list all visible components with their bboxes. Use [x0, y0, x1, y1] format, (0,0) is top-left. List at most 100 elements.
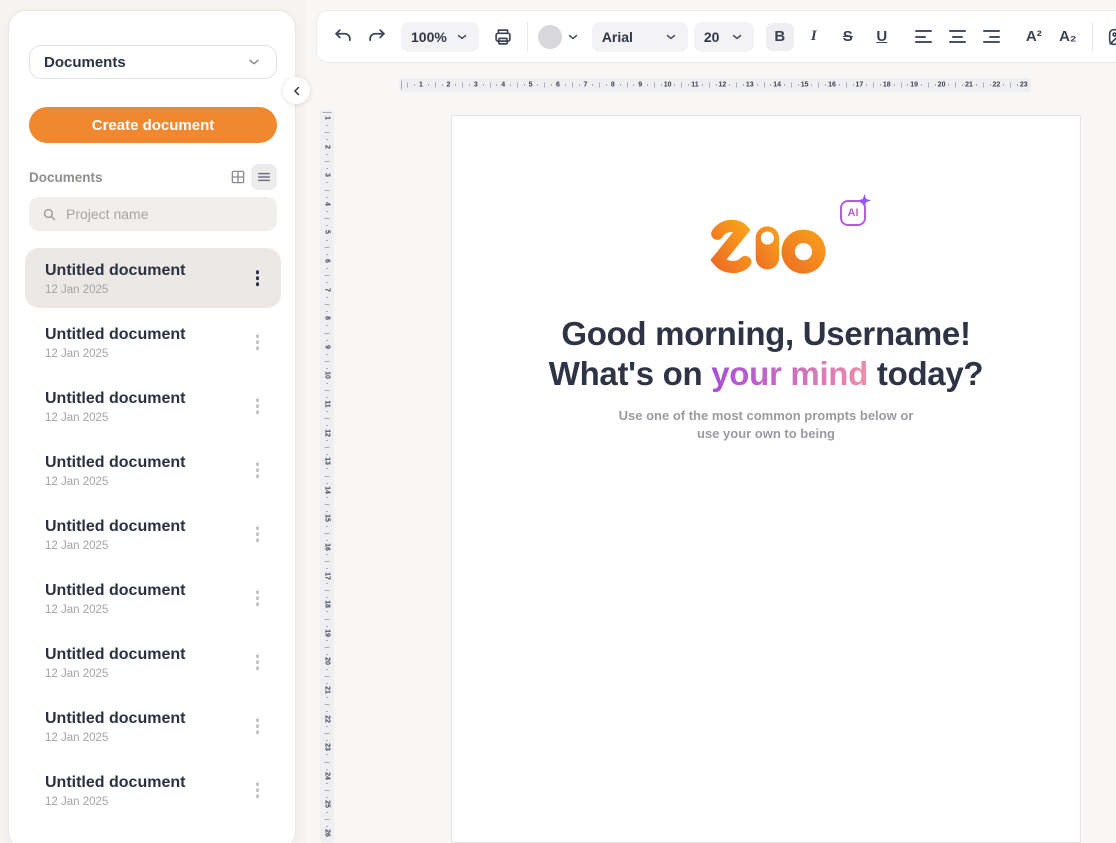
ruler-tick: [326, 168, 328, 169]
document-list-item[interactable]: Untitled document 12 Jan 2025: [25, 504, 281, 564]
ruler-tick: [681, 83, 682, 88]
item-menu-button[interactable]: [252, 650, 264, 674]
document-date: 12 Jan 2025: [45, 668, 237, 680]
insert-image-button[interactable]: [1103, 23, 1116, 51]
item-menu-button[interactable]: [252, 778, 264, 802]
ruler-tick: [326, 497, 328, 498]
align-left-button[interactable]: [910, 23, 938, 51]
greeting-heading: Good morning, Username! What's on your m…: [452, 314, 1080, 394]
ruler-tick: [928, 83, 929, 88]
chevron-down-icon: [455, 30, 469, 44]
ruler-number: 5: [324, 230, 331, 234]
search-input[interactable]: [66, 206, 246, 222]
font-size-dropdown[interactable]: 20: [694, 22, 754, 52]
item-menu-button[interactable]: [252, 394, 264, 418]
ruler-tick: [326, 683, 328, 684]
ruler-tick: [326, 697, 328, 698]
ruler-number: 22: [992, 82, 1000, 89]
chevron-down-icon: [730, 30, 744, 44]
ruler-number: 14: [773, 82, 781, 89]
ruler-tick: [326, 383, 328, 384]
ruler-tick: [323, 112, 332, 113]
ruler-tick: [633, 84, 634, 86]
item-menu-button[interactable]: [252, 266, 264, 290]
item-menu-button[interactable]: [252, 458, 264, 482]
ruler-tick: [894, 84, 895, 86]
ruler-tick: [325, 762, 330, 763]
underline-button[interactable]: U: [868, 23, 896, 51]
ruler-tick: [325, 619, 330, 620]
document-list-item[interactable]: Untitled document 12 Jan 2025: [25, 760, 281, 820]
redo-button[interactable]: [363, 23, 391, 51]
search-box[interactable]: [29, 197, 277, 231]
ruler-tick: [326, 354, 328, 355]
item-menu-button[interactable]: [252, 330, 264, 354]
ruler-number: 16: [324, 543, 331, 551]
create-document-button[interactable]: Create document: [29, 107, 277, 143]
grid-view-button[interactable]: [225, 164, 251, 190]
undo-button[interactable]: [329, 23, 357, 51]
subscript-button[interactable]: A₂: [1054, 23, 1082, 51]
ruler-tick: [442, 84, 443, 86]
align-right-button[interactable]: [978, 23, 1006, 51]
ruler-tick: [325, 390, 330, 391]
item-menu-button[interactable]: [252, 714, 264, 738]
chevron-down-icon: [246, 54, 262, 70]
ruler-number: 7: [324, 288, 331, 292]
ruler-tick: [326, 125, 328, 126]
sidebar-collapse-button[interactable]: [283, 77, 310, 104]
print-button[interactable]: [489, 23, 517, 51]
document-list-item[interactable]: Untitled document 12 Jan 2025: [25, 376, 281, 436]
document-list-item[interactable]: Untitled document 12 Jan 2025: [25, 312, 281, 372]
ruler-tick: [736, 83, 737, 88]
ruler-tick: [846, 83, 847, 88]
color-picker-dropdown[interactable]: [538, 25, 580, 49]
ruler-number: 21: [324, 686, 331, 694]
document-list-item[interactable]: Untitled document 12 Jan 2025: [25, 248, 281, 308]
bold-button[interactable]: B: [766, 23, 794, 51]
ruler-tick: [490, 83, 491, 88]
superscript-button[interactable]: A²: [1020, 23, 1048, 51]
document-list-item[interactable]: Untitled document 12 Jan 2025: [25, 440, 281, 500]
ruler-tick: [599, 83, 600, 88]
item-menu-button[interactable]: [252, 586, 264, 610]
ruler-tick: [1010, 83, 1011, 88]
document-list-item[interactable]: Untitled document 12 Jan 2025: [25, 632, 281, 692]
ruler-tick: [537, 84, 538, 86]
ruler-tick: [326, 397, 328, 398]
document-title: Untitled document: [45, 709, 237, 729]
workspace-dropdown[interactable]: Documents: [29, 45, 277, 79]
ruler-tick: [325, 476, 330, 477]
document-list-item[interactable]: Untitled document 12 Jan 2025: [25, 696, 281, 756]
ruler-number: 26: [324, 829, 331, 837]
ai-badge: AI: [840, 200, 866, 226]
italic-button[interactable]: I: [800, 23, 828, 51]
zoom-dropdown[interactable]: 100%: [401, 22, 479, 52]
document-date: 12 Jan 2025: [45, 796, 237, 808]
item-menu-button[interactable]: [252, 522, 264, 546]
ruler-tick: [326, 783, 328, 784]
list-view-button[interactable]: [251, 164, 277, 190]
ruler-tick: [326, 311, 328, 312]
ruler-tick: [325, 333, 330, 334]
font-family-dropdown[interactable]: Arial: [592, 22, 688, 52]
horizontal-ruler[interactable]: 1234567891011121314151617181920212223: [399, 78, 1031, 92]
ruler-tick: [325, 504, 330, 505]
ruler-tick: [326, 726, 328, 727]
grid-view-icon: [229, 168, 247, 186]
ruler-tick: [743, 84, 744, 86]
ruler-tick: [325, 819, 330, 820]
vertical-ruler[interactable]: 1234567891011121314151617181920212223242…: [320, 110, 334, 843]
document-list-item[interactable]: Untitled document 12 Jan 2025: [25, 568, 281, 628]
strikethrough-button[interactable]: S: [834, 23, 862, 51]
document-canvas[interactable]: AI Good morning, Username! What's on you…: [451, 115, 1081, 843]
ruler-tick: [325, 676, 330, 677]
align-center-button[interactable]: [944, 23, 972, 51]
ruler-tick: [825, 84, 826, 86]
ruler-tick: [326, 568, 328, 569]
ruler-tick: [798, 84, 799, 86]
ruler-tick: [654, 83, 655, 88]
ruler-tick: [326, 254, 328, 255]
ruler-tick: [818, 83, 819, 88]
ruler-number: 23: [1020, 82, 1028, 89]
